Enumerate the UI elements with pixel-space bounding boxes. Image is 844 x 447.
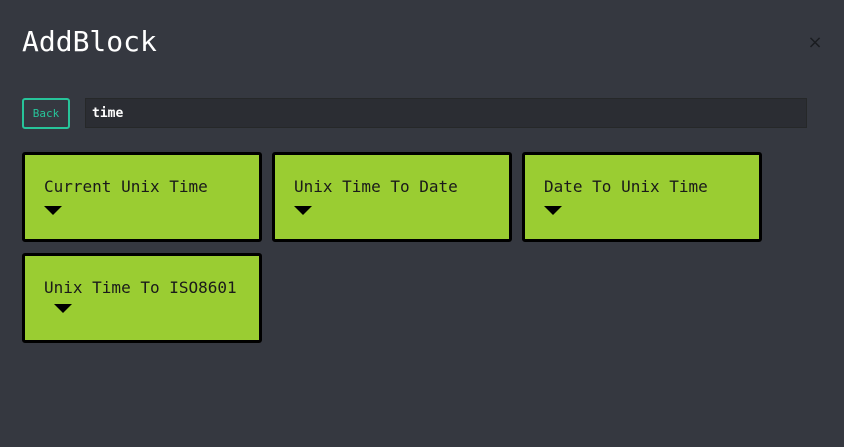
block-label: Date To Unix Time <box>544 177 708 196</box>
chevron-down-icon[interactable] <box>54 304 72 313</box>
search-input[interactable] <box>85 98 807 128</box>
chevron-down-icon[interactable] <box>544 206 562 215</box>
back-button[interactable]: Back <box>22 98 70 129</box>
block-label: Unix Time To ISO8601 <box>44 278 237 297</box>
block-label: Unix Time To Date <box>294 177 458 196</box>
chevron-down-icon[interactable] <box>44 206 62 215</box>
chevron-down-icon[interactable] <box>294 206 312 215</box>
block-current-unix-time[interactable]: Current Unix Time <box>22 152 262 242</box>
close-icon[interactable]: × <box>806 32 824 54</box>
block-unix-time-to-iso8601[interactable]: Unix Time To ISO8601 <box>22 253 262 343</box>
block-unix-time-to-date[interactable]: Unix Time To Date <box>272 152 512 242</box>
block-label: Current Unix Time <box>44 177 208 196</box>
dialog-title: AddBlock <box>22 25 157 58</box>
block-date-to-unix-time[interactable]: Date To Unix Time <box>522 152 762 242</box>
